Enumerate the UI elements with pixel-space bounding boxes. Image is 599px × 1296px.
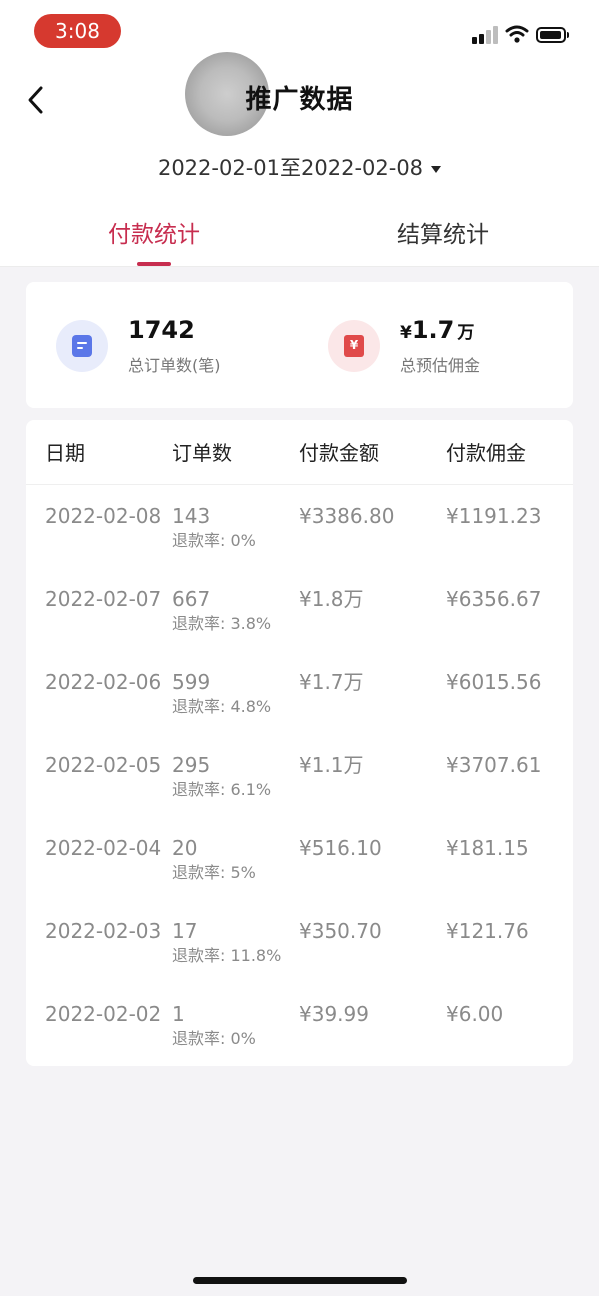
table-row: 2022-02-04 20 退款率: 5% ¥516.10 ¥181.15 xyxy=(26,833,573,903)
table-row: 2022-02-03 17 退款率: 11.8% ¥350.70 ¥121.76 xyxy=(26,916,573,986)
row-refund-rate: 退款率: 11.8% xyxy=(172,946,282,965)
row-date: 2022-02-06 xyxy=(45,670,162,694)
row-commission: ¥6015.56 xyxy=(446,670,542,694)
row-commission: ¥121.76 xyxy=(446,919,529,943)
row-date: 2022-02-05 xyxy=(45,753,162,777)
commission-icon-circle: ¥ xyxy=(328,320,380,372)
commission-number: 1.7 xyxy=(411,316,455,344)
row-commission: ¥181.15 xyxy=(446,836,529,860)
header-orders: 订单数 xyxy=(172,441,232,465)
row-date: 2022-02-03 xyxy=(45,919,162,943)
status-time: 3:08 xyxy=(34,14,121,48)
row-orders: 20 xyxy=(172,836,198,860)
row-amount: ¥350.70 xyxy=(299,919,382,943)
row-orders: 667 xyxy=(172,587,211,611)
receipt-icon: ¥ xyxy=(344,335,364,357)
table-row: 2022-02-02 1 退款率: 0% ¥39.99 ¥6.00 xyxy=(26,999,573,1069)
row-date: 2022-02-02 xyxy=(45,1002,162,1026)
row-orders: 143 xyxy=(172,504,211,528)
battery-icon xyxy=(536,27,569,43)
commission-unit: 万 xyxy=(457,323,475,343)
commission-currency: ¥ xyxy=(400,323,412,343)
row-orders: 599 xyxy=(172,670,211,694)
row-orders: 1 xyxy=(172,1002,185,1026)
row-amount: ¥39.99 xyxy=(299,1002,369,1026)
header-date: 日期 xyxy=(45,441,85,465)
header-amount: 付款金额 xyxy=(299,441,379,465)
caret-down-icon xyxy=(431,165,442,173)
row-orders: 17 xyxy=(172,919,198,943)
table-row: 2022-02-06 599 退款率: 4.8% ¥1.7万 ¥6015.56 xyxy=(26,667,573,737)
row-orders: 295 xyxy=(172,753,211,777)
daily-stats-table: 日期 订单数 付款金额 付款佣金 2022-02-08 143 退款率: 0% … xyxy=(26,420,573,1066)
total-commission-value: ¥1.7 万 xyxy=(400,314,474,349)
row-commission: ¥6356.67 xyxy=(446,587,542,611)
table-row: 2022-02-08 143 退款率: 0% ¥3386.80 ¥1191.23 xyxy=(26,501,573,571)
row-refund-rate: 退款率: 0% xyxy=(172,531,256,550)
total-orders-value: 1742 xyxy=(128,316,195,344)
row-commission: ¥6.00 xyxy=(446,1002,504,1026)
tab-settlement-stats[interactable]: 结算统计 xyxy=(343,216,543,254)
header-divider xyxy=(26,484,573,485)
row-refund-rate: 退款率: 5% xyxy=(172,863,256,882)
document-icon xyxy=(72,335,92,357)
date-range-text: 2022-02-01至2022-02-08 xyxy=(157,156,424,180)
total-orders-label: 总订单数(笔) xyxy=(128,356,221,375)
table-row: 2022-02-07 667 退款率: 3.8% ¥1.8万 ¥6356.67 xyxy=(26,584,573,654)
top-header-area: 3:08 推广数据 2022-02-01至2022-02-08 付款统计 结算统… xyxy=(0,0,599,267)
date-range-selector[interactable]: 2022-02-01至2022-02-08 xyxy=(0,152,599,184)
total-commission-label: 总预估佣金 xyxy=(400,356,481,375)
header-commission: 付款佣金 xyxy=(446,441,526,465)
row-amount: ¥1.7万 xyxy=(299,670,364,694)
tab-payment-stats[interactable]: 付款统计 xyxy=(54,216,254,254)
row-date: 2022-02-08 xyxy=(45,504,162,528)
cellular-signal-icon xyxy=(472,26,500,44)
summary-card: 1742 总订单数(笔) ¥ ¥1.7 万 总预估佣金 xyxy=(26,282,573,408)
active-tab-indicator xyxy=(137,262,171,266)
row-refund-rate: 退款率: 0% xyxy=(172,1029,256,1048)
orders-icon-circle xyxy=(56,320,108,372)
row-amount: ¥516.10 xyxy=(299,836,382,860)
home-indicator[interactable] xyxy=(193,1277,407,1284)
row-refund-rate: 退款率: 4.8% xyxy=(172,697,272,716)
row-commission: ¥1191.23 xyxy=(446,504,542,528)
table-row: 2022-02-05 295 退款率: 6.1% ¥1.1万 ¥3707.61 xyxy=(26,750,573,820)
row-refund-rate: 退款率: 3.8% xyxy=(172,614,272,633)
row-commission: ¥3707.61 xyxy=(446,753,542,777)
page-title: 推广数据 xyxy=(245,85,354,115)
row-amount: ¥3386.80 xyxy=(299,504,395,528)
row-amount: ¥1.8万 xyxy=(299,587,364,611)
row-refund-rate: 退款率: 6.1% xyxy=(172,780,272,799)
row-date: 2022-02-04 xyxy=(45,836,162,860)
row-amount: ¥1.1万 xyxy=(299,753,364,777)
wifi-icon xyxy=(505,25,529,43)
row-date: 2022-02-07 xyxy=(45,587,162,611)
